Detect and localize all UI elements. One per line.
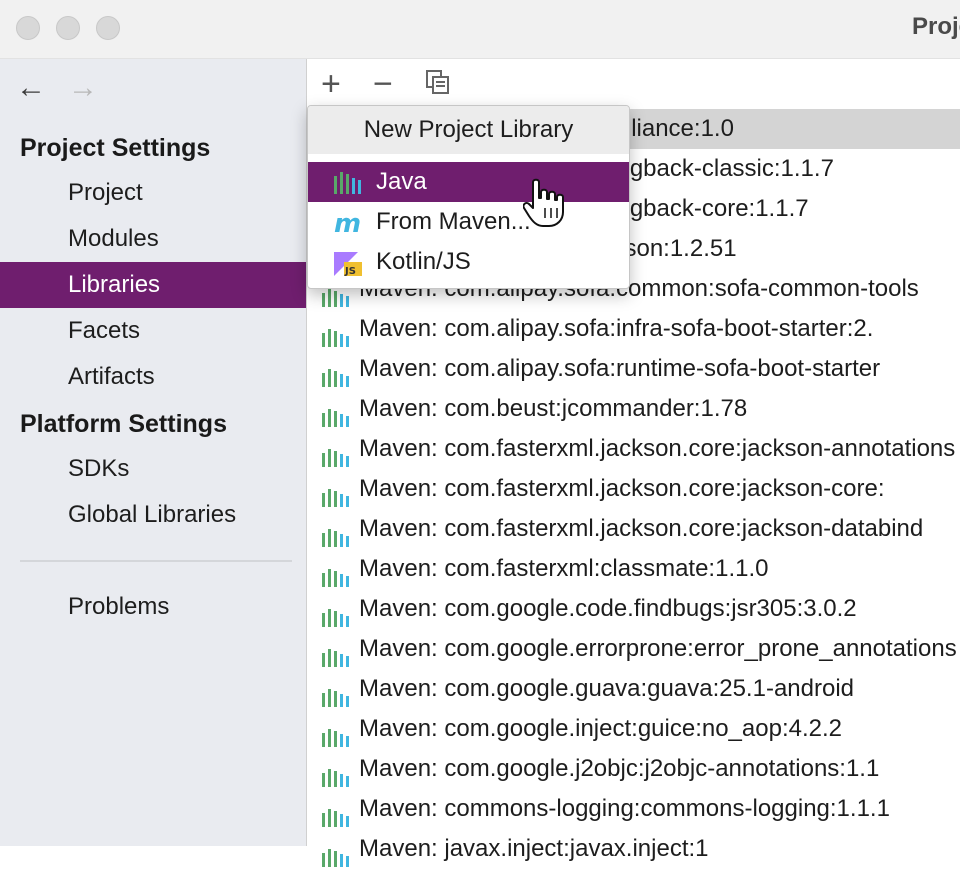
library-row[interactable]: Maven: com.beust:jcommander:1.78	[307, 389, 960, 429]
svg-text:m: m	[334, 210, 361, 236]
minimize-window-button[interactable]	[56, 16, 80, 40]
library-icon	[321, 720, 351, 747]
zoom-window-button[interactable]	[96, 16, 120, 40]
library-row[interactable]: Maven: com.google.inject:guice:no_aop:4.…	[307, 709, 960, 749]
library-name: Maven: com.fasterxml.jackson.core:jackso…	[359, 435, 956, 462]
maven-icon: m	[332, 209, 364, 239]
library-icon	[321, 360, 351, 387]
hand-cursor-icon	[523, 178, 564, 227]
remove-icon[interactable]: −	[373, 67, 393, 101]
library-name: Maven: commons-logging:commons-logging:1…	[359, 795, 890, 822]
popup-item-from-maven[interactable]: m From Maven...	[308, 202, 629, 242]
popup-item-kotlin-js[interactable]: JS Kotlin/JS	[308, 242, 629, 282]
library-name: Maven: com.alipay.sofa:runtime-sofa-boot…	[359, 355, 881, 382]
popup-title: New Project Library	[308, 106, 629, 154]
add-icon[interactable]: +	[321, 67, 341, 101]
library-row[interactable]: Maven: com.alipay.sofa:infra-sofa-boot-s…	[307, 309, 960, 349]
library-row[interactable]: Maven: com.google.errorprone:error_prone…	[307, 629, 960, 669]
library-row[interactable]: Maven: com.alipay.sofa:runtime-sofa-boot…	[307, 349, 960, 389]
library-name: Maven: com.google.j2objc:j2objc-annotati…	[359, 755, 880, 782]
sidebar-item-problems[interactable]: Problems	[0, 584, 306, 630]
back-arrow-icon[interactable]: ←	[16, 73, 46, 103]
library-icon	[321, 560, 351, 587]
library-icon	[321, 480, 351, 507]
library-name: Maven: com.fasterxml.jackson.core:jackso…	[359, 515, 924, 542]
new-library-popup: New Project Library Java m From Maven...	[307, 105, 630, 289]
sidebar: ← → Project Settings Project Modules Lib…	[0, 59, 307, 846]
close-window-button[interactable]	[16, 16, 40, 40]
library-icon	[321, 320, 351, 347]
library-row[interactable]: Maven: commons-logging:commons-logging:1…	[307, 789, 960, 829]
library-name: Maven: com.google.inject:guice:no_aop:4.…	[359, 715, 842, 742]
library-row[interactable]: Maven: com.google.code.findbugs:jsr305:3…	[307, 589, 960, 629]
java-library-icon	[332, 169, 364, 195]
library-icon	[321, 400, 351, 427]
library-icon	[321, 800, 351, 827]
library-icon	[321, 640, 351, 667]
library-name: Maven: com.google.code.findbugs:jsr305:3…	[359, 595, 857, 622]
library-row[interactable]: Maven: com.fasterxml.jackson.core:jackso…	[307, 429, 960, 469]
sidebar-item-artifacts[interactable]: Artifacts	[0, 354, 306, 400]
library-name: Maven: com.google.guava:guava:25.1-andro…	[359, 675, 854, 702]
library-icon	[321, 680, 351, 707]
sidebar-divider	[20, 560, 292, 562]
sidebar-item-modules[interactable]: Modules	[0, 216, 306, 262]
sidebar-item-facets[interactable]: Facets	[0, 308, 306, 354]
popup-item-label: Java	[376, 168, 427, 195]
platform-settings-heading: Platform Settings	[20, 410, 227, 438]
sidebar-item-sdks[interactable]: SDKs	[0, 446, 306, 492]
library-name: Maven: com.fasterxml:classmate:1.1.0	[359, 555, 769, 582]
popup-item-java[interactable]: Java	[308, 162, 629, 202]
library-name: Maven: com.google.errorprone:error_prone…	[359, 635, 957, 662]
svg-text:JS: JS	[344, 266, 356, 276]
library-icon	[321, 600, 351, 627]
library-row[interactable]: Maven: com.fasterxml.jackson.core:jackso…	[307, 469, 960, 509]
popup-item-label: From Maven...	[376, 208, 531, 235]
copy-icon[interactable]	[425, 69, 451, 95]
forward-arrow-icon[interactable]: →	[68, 73, 98, 103]
library-row[interactable]: Maven: com.fasterxml:classmate:1.1.0	[307, 549, 960, 589]
library-icon	[321, 840, 351, 867]
library-name: Maven: com.alipay.sofa:infra-sofa-boot-s…	[359, 315, 874, 342]
sidebar-item-global-libraries[interactable]: Global Libraries	[0, 492, 306, 538]
library-name: Maven: javax.inject:javax.inject:1	[359, 835, 709, 862]
window-title: Project Structure	[912, 13, 960, 40]
library-icon	[321, 760, 351, 787]
library-name: Maven: com.fasterxml.jackson.core:jackso…	[359, 475, 885, 502]
library-row[interactable]: Maven: com.google.j2objc:j2objc-annotati…	[307, 749, 960, 789]
popup-item-label: Kotlin/JS	[376, 248, 471, 275]
library-row[interactable]: Maven: javax.inject:javax.inject:1	[307, 829, 960, 869]
library-name: Maven: com.beust:jcommander:1.78	[359, 395, 748, 422]
kotlin-js-icon: JS	[332, 249, 364, 277]
library-icon	[321, 440, 351, 467]
library-row[interactable]: Maven: com.google.guava:guava:25.1-andro…	[307, 669, 960, 709]
library-row[interactable]: Maven: com.fasterxml.jackson.core:jackso…	[307, 509, 960, 549]
sidebar-item-libraries[interactable]: Libraries	[0, 262, 306, 308]
library-icon	[321, 520, 351, 547]
title-bar: Project Structure	[0, 0, 960, 59]
sidebar-item-project[interactable]: Project	[0, 170, 306, 216]
project-settings-heading: Project Settings	[20, 134, 211, 162]
